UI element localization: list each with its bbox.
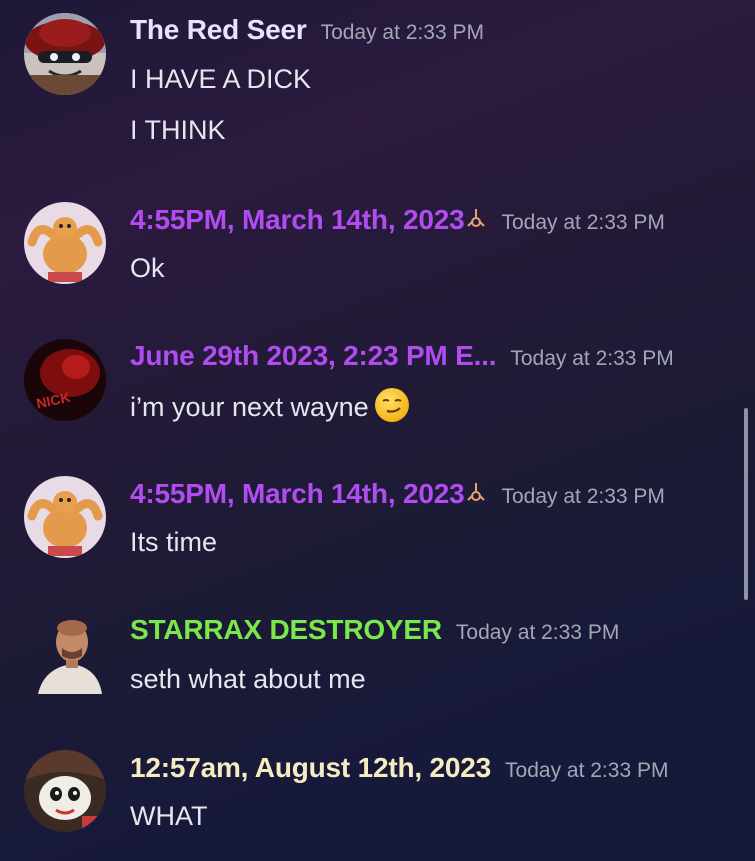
red-hat-character-avatar[interactable] [24,13,106,95]
muscle-cat-avatar[interactable] [24,476,106,558]
author-name[interactable]: The Red Seer [130,14,307,46]
message-timestamp: Today at 2:33 PM [320,21,484,44]
dark-red-nick-avatar[interactable]: NICK [24,339,106,421]
muscle-cat-avatar[interactable] [24,202,106,284]
message-timestamp: Today at 2:33 PM [501,211,665,234]
hook-badge-icon [467,209,486,227]
message-timestamp: Today at 2:33 PM [510,347,674,370]
message-text: Its time [130,527,218,557]
masked-character-avatar[interactable] [24,750,106,832]
message-text: Ok [130,253,165,283]
author-name[interactable]: 4:55PM, March 14th, 2023 [130,204,465,236]
author-name[interactable]: 4:55PM, March 14th, 2023 [130,478,465,510]
message-text: I THINK [130,115,226,145]
message-timestamp: Today at 2:33 PM [455,621,620,644]
scrollbar[interactable] [744,408,748,600]
message-text: i’m your next wayne [130,388,409,423]
hook-badge-icon [467,483,486,501]
message-text: WHAT [130,801,208,831]
message-timestamp: Today at 2:33 PM [501,485,665,508]
message-text: seth what about me [130,664,366,694]
message-text-content: i’m your next wayne [130,392,369,422]
chat-messages: The Red Seer Today at 2:33 PM I HAVE A D… [0,0,755,861]
message-text: I HAVE A DICK [130,64,312,94]
smirking-face-emoji [374,388,409,422]
author-name[interactable]: STARRAX DESTROYER [130,614,442,646]
message-timestamp: Today at 2:33 PM [505,759,669,782]
bald-man-avatar[interactable] [24,612,106,694]
author-name[interactable]: June 29th 2023, 2:23 PM E... [130,340,497,372]
author-name[interactable]: 12:57am, August 12th, 2023 [130,752,491,784]
